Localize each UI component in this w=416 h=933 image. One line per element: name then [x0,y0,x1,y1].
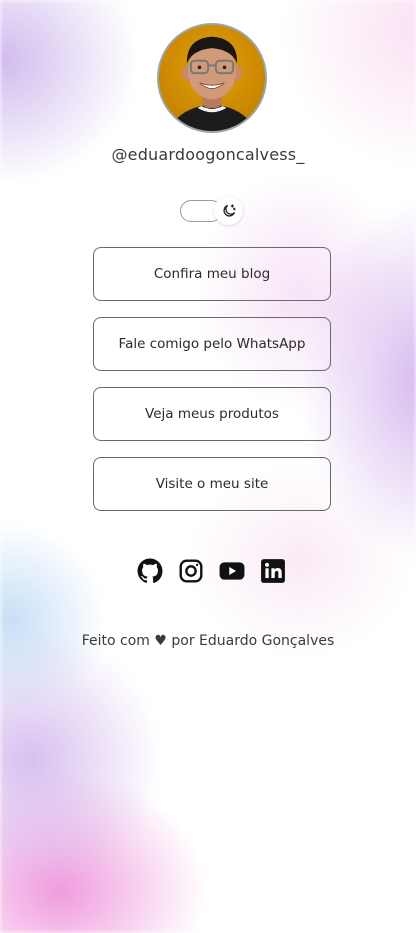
instagram-icon[interactable] [178,558,204,584]
website-link-button[interactable]: Visite o meu site [93,457,331,511]
whatsapp-link-button[interactable]: Fale comigo pelo WhatsApp [93,317,331,371]
moon-icon [222,203,236,217]
theme-toggle-knob[interactable] [214,196,243,225]
github-icon[interactable] [137,558,163,584]
blog-link-button[interactable]: Confira meu blog [93,247,331,301]
footer-credit: Feito com ♥ por Eduardo Gonçalves [81,633,335,649]
profile-page: @eduardoogoncalvess_ Confira meu blog Fa… [0,0,416,933]
products-link-button[interactable]: Veja meus produtos [93,387,331,441]
linkedin-icon[interactable] [260,558,286,584]
profile-avatar [157,23,267,133]
avatar-portrait [168,36,256,131]
profile-username: @eduardoogoncalvess_ [111,145,305,164]
youtube-icon[interactable] [219,558,245,584]
